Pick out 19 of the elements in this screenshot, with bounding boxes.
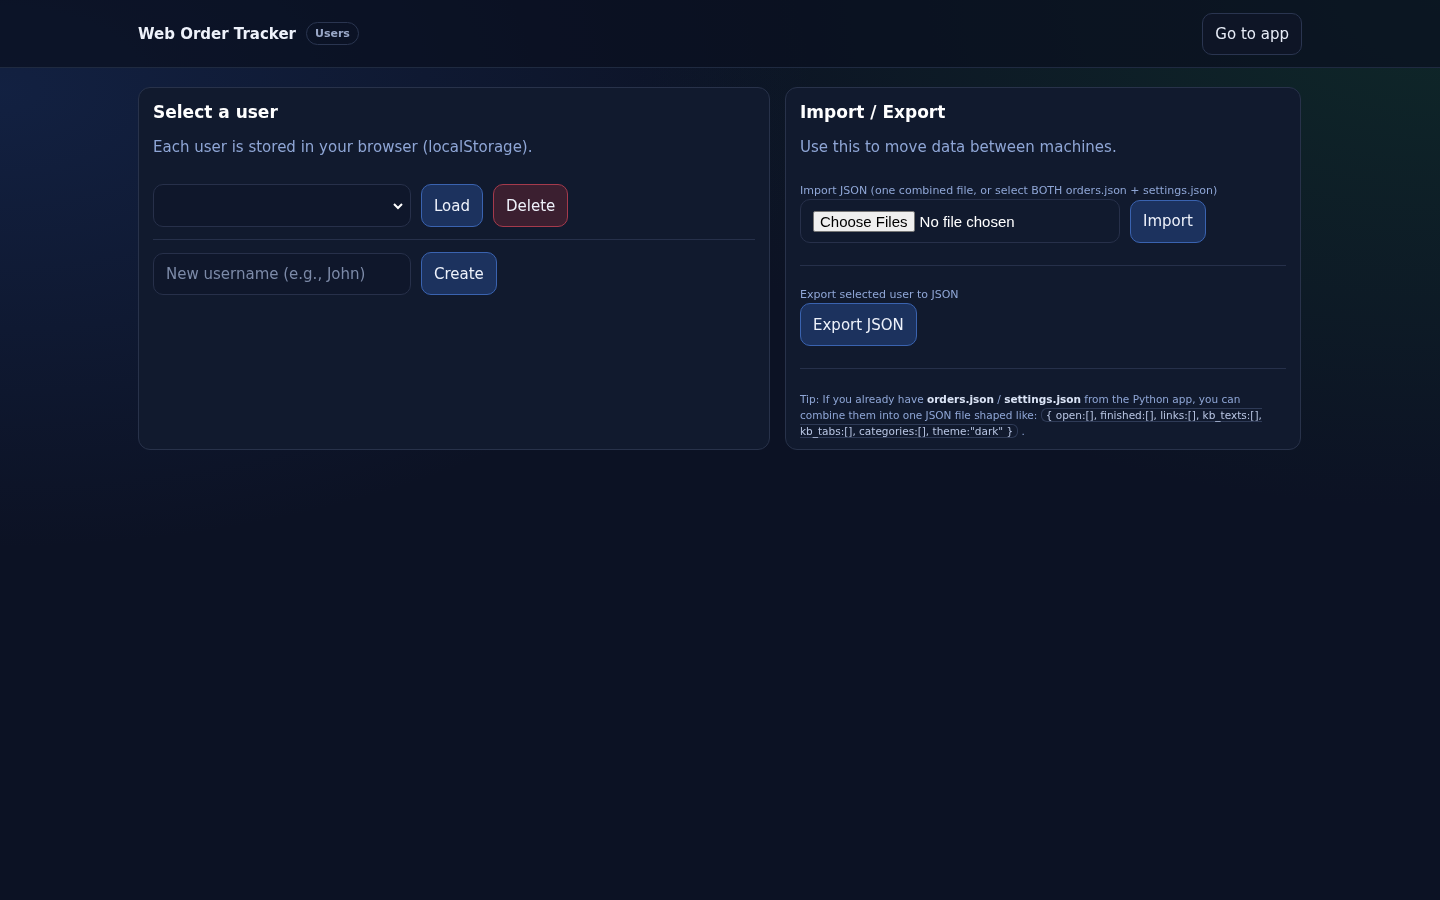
app-title: Web Order Tracker [138, 24, 296, 43]
export-label: Export selected user to JSON [800, 288, 960, 301]
user-select[interactable] [153, 184, 411, 227]
import-button[interactable]: Import [1130, 199, 1206, 243]
file-status: No file chosen [919, 212, 1015, 230]
card-description: Each user is stored in your browser (localStorage). [153, 138, 534, 156]
card-description: Use this to move data between machines. [800, 138, 1118, 156]
delete-button[interactable]: Delete [493, 184, 569, 227]
import-label: Import JSON (one combined file, or select BOTH orders.json + settings.json) [800, 184, 1219, 197]
export-json-button[interactable]: Export JSON [800, 303, 917, 346]
file-picker[interactable]: Choose Files No file chosen [800, 199, 1120, 243]
username-input[interactable]: New username (e.g., John) [153, 252, 411, 295]
tip-text: Tip: If you already have orders.json / settings.json from the Python app, you can combine them into one JSON file shaped like: { open:[], finished:[], links:[], kb_texts:[], kb_tabs:[], categories:[], theme:"dark" } . [800, 392, 1263, 439]
card-title: Select a user [153, 102, 279, 122]
card-title: Import / Export [800, 102, 947, 122]
go-to-app-button[interactable]: Go to app [1202, 12, 1302, 55]
load-button[interactable]: Load [421, 184, 483, 227]
create-button[interactable]: Create [421, 252, 497, 295]
choose-files-button[interactable]: Choose Files [813, 210, 915, 232]
